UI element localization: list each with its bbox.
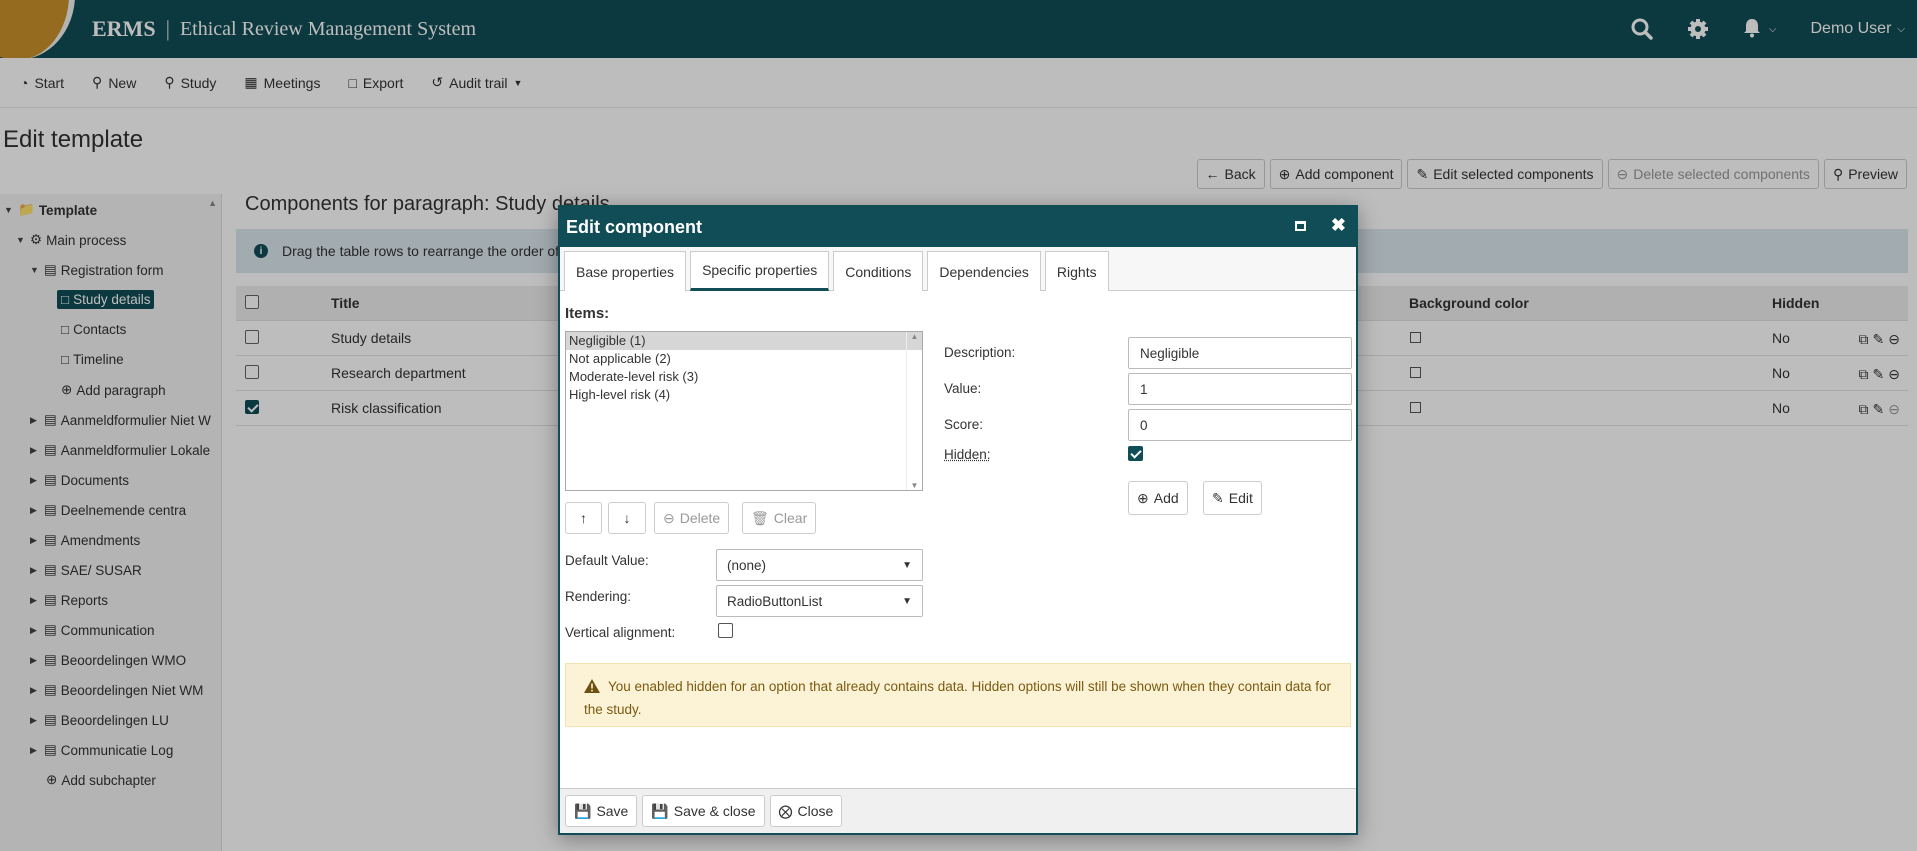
hidden-label: Hidden: [944,447,991,462]
dialog-header: Edit component ✖ [560,207,1356,247]
description-input[interactable]: Negligible [1128,337,1352,369]
move-down-button[interactable]: ↓ [608,502,646,534]
close-icon[interactable]: ✖ [1331,215,1346,236]
dialog-footer: 💾 Save 💾 Save & close ⨂ Close [560,788,1356,833]
scroll-down-icon[interactable]: ▼ [911,481,919,490]
dialog-tabs: Base properties Specific properties Cond… [560,247,1356,291]
tab-dependencies[interactable]: Dependencies [927,251,1041,291]
save-close-label: Save & close [673,803,756,819]
edit-item-button[interactable]: ✎ Edit [1203,481,1262,515]
tab-conditions[interactable]: Conditions [833,251,924,291]
warning-icon [584,678,600,699]
description-label: Description: [944,345,1016,360]
clear-items-label: Clear [773,510,808,526]
rendering-selected: RadioButtonList [727,593,823,609]
arrow-up-icon: ↑ [580,510,587,526]
warning-text: You enabled hidden for an option that al… [584,679,1331,717]
close-circle-icon: ⨂ [778,802,793,819]
save-label: Save [596,803,629,819]
tab-base-properties[interactable]: Base properties [564,251,687,291]
close-label: Close [797,803,834,819]
clear-items-button[interactable]: 🗑 Clear [742,502,817,534]
save-button[interactable]: 💾 Save [565,795,638,827]
items-listbox[interactable]: Negligible (1) Not applicable (2) Modera… [565,331,923,491]
default-value-select[interactable]: (none) ▼ [716,549,923,581]
dialog-title: Edit component [566,216,702,237]
default-value-selected: (none) [727,557,767,573]
trash-icon: 🗑 [751,509,769,526]
vertical-alignment-label: Vertical alignment: [565,625,676,640]
plus-circle-icon: ⊕ [1137,489,1149,506]
list-item[interactable]: Negligible (1) [566,332,922,350]
caret-down-icon: ▼ [902,559,912,571]
caret-down-icon: ▼ [902,595,912,607]
save-close-button[interactable]: 💾 Save & close [642,795,765,827]
value-input[interactable]: 1 [1128,373,1352,405]
default-value-label: Default Value: [565,553,649,568]
save-icon: 💾 [651,802,669,819]
add-item-button[interactable]: ⊕ Add [1128,481,1188,515]
rendering-select[interactable]: RadioButtonList ▼ [716,585,923,617]
vertical-alignment-checkbox[interactable] [718,623,733,638]
save-icon: 💾 [574,802,592,819]
hidden-checkbox[interactable] [1128,446,1143,461]
list-item[interactable]: Not applicable (2) [566,350,922,368]
delete-item-label: Delete [679,510,721,526]
close-button[interactable]: ⨂ Close [769,795,843,827]
listbox-scrollbar[interactable]: ▲ ▼ [906,332,922,490]
maximize-icon[interactable] [1295,221,1306,231]
items-label: Items: [565,305,610,322]
edit-item-label: Edit [1228,490,1253,506]
score-label: Score: [944,417,984,432]
value-label: Value: [944,381,982,396]
delete-item-button[interactable]: ⊖ Delete [654,502,730,534]
arrow-down-icon: ↓ [623,510,631,526]
rendering-label: Rendering: [565,589,632,604]
move-up-button[interactable]: ↑ [565,502,602,534]
tab-rights[interactable]: Rights [1044,251,1109,291]
list-item[interactable]: Moderate-level risk (3) [566,368,922,386]
edit-icon: ✎ [1212,489,1224,506]
score-input[interactable]: 0 [1128,409,1352,441]
list-item[interactable]: High-level risk (4) [566,386,922,404]
edit-component-dialog: Edit component ✖ Base properties Specifi… [558,205,1358,835]
tab-specific-properties[interactable]: Specific properties [690,251,830,291]
scroll-up-icon[interactable]: ▲ [911,332,919,341]
add-item-label: Add [1153,490,1179,506]
hidden-option-warning: You enabled hidden for an option that al… [565,663,1351,727]
minus-circle-icon: ⊖ [663,509,675,526]
